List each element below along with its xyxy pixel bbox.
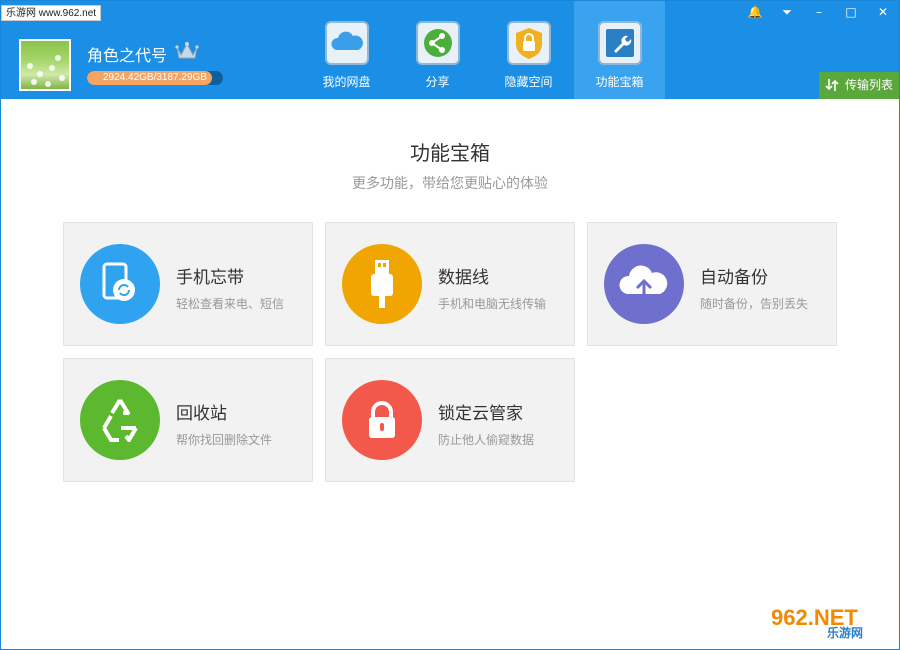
site-logo-watermark: 962.NET 乐游网	[765, 601, 893, 641]
maximize-button[interactable]: □	[835, 1, 867, 23]
nav-label: 我的网盘	[322, 75, 371, 89]
card-description: 轻松查看来电、短信	[176, 297, 285, 311]
app-window: 乐游网 www.962.net 角色之代号 2924.42GB/3187.29G…	[0, 0, 900, 650]
storage-quota-text: 2924.42GB/3187.29GB	[103, 72, 207, 83]
card-description: 手机和电脑无线传输	[438, 297, 547, 311]
vip-crown-icon[interactable]	[175, 41, 199, 61]
card-title: 手机忘带	[176, 268, 244, 288]
padlock-icon	[342, 380, 422, 460]
feature-card-recycle-bin[interactable]: 回收站 帮你找回删除文件	[63, 358, 313, 482]
close-button[interactable]: ✕	[867, 1, 899, 23]
feature-card-lock-cloud[interactable]: 锁定云管家 防止他人偷窥数据	[325, 358, 575, 482]
feature-card-auto-backup[interactable]: 自动备份 随时备份，告别丢失	[587, 222, 837, 346]
nav-label: 隐藏空间	[504, 75, 553, 89]
card-title: 数据线	[438, 268, 489, 288]
avatar[interactable]	[19, 39, 71, 91]
nav-toolbox[interactable]: 功能宝箱	[574, 1, 665, 99]
nav-label: 分享	[425, 75, 450, 89]
top-header: 乐游网 www.962.net 角色之代号 2924.42GB/3187.29G…	[1, 1, 899, 99]
page-subtitle: 更多功能，带给您更贴心的体验	[352, 176, 548, 192]
transfer-list-label: 传输列表	[844, 78, 893, 92]
logo-sub-text: 乐游网	[827, 625, 863, 640]
feature-card-phone-forgot[interactable]: 手机忘带 轻松查看来电、短信	[63, 222, 313, 346]
storage-quota-bar: 2924.42GB/3187.29GB	[87, 71, 223, 85]
nav-label: 功能宝箱	[595, 75, 644, 89]
minimize-button[interactable]: –	[803, 1, 835, 23]
notification-bell-icon[interactable]: 🔔	[739, 1, 771, 23]
card-title: 自动备份	[700, 268, 768, 288]
window-controls: 🔔 ⏷ – □ ✕	[739, 1, 899, 23]
card-description: 帮你找回删除文件	[176, 433, 273, 447]
cloud-drive-icon	[324, 21, 369, 65]
feature-card-data-cable[interactable]: 数据线 手机和电脑无线传输	[325, 222, 575, 346]
transfer-arrows-icon	[825, 79, 839, 91]
settings-menu-icon[interactable]: ⏷	[771, 1, 803, 23]
main-nav: 我的网盘 分享 隐藏空间 功能宝箱	[301, 1, 665, 99]
phone-sync-icon	[80, 244, 160, 324]
page-title: 功能宝箱	[410, 141, 490, 165]
card-description: 防止他人偷窥数据	[438, 433, 535, 447]
recycle-icon	[80, 380, 160, 460]
username[interactable]: 角色之代号	[87, 42, 167, 66]
card-description: 随时备份，告别丢失	[700, 297, 809, 311]
card-title: 回收站	[176, 404, 227, 424]
card-title: 锁定云管家	[438, 404, 523, 424]
usb-cable-icon	[342, 244, 422, 324]
lock-shield-icon	[506, 21, 551, 65]
share-icon	[415, 21, 460, 65]
nav-my-drive[interactable]: 我的网盘	[301, 1, 392, 99]
transfer-list-button[interactable]: 传输列表	[819, 72, 899, 99]
cloud-upload-icon	[604, 244, 684, 324]
nav-share[interactable]: 分享	[392, 1, 483, 99]
site-watermark: 乐游网 www.962.net	[1, 5, 102, 21]
nav-hidden-space[interactable]: 隐藏空间	[483, 1, 574, 99]
wrench-icon	[597, 21, 642, 65]
